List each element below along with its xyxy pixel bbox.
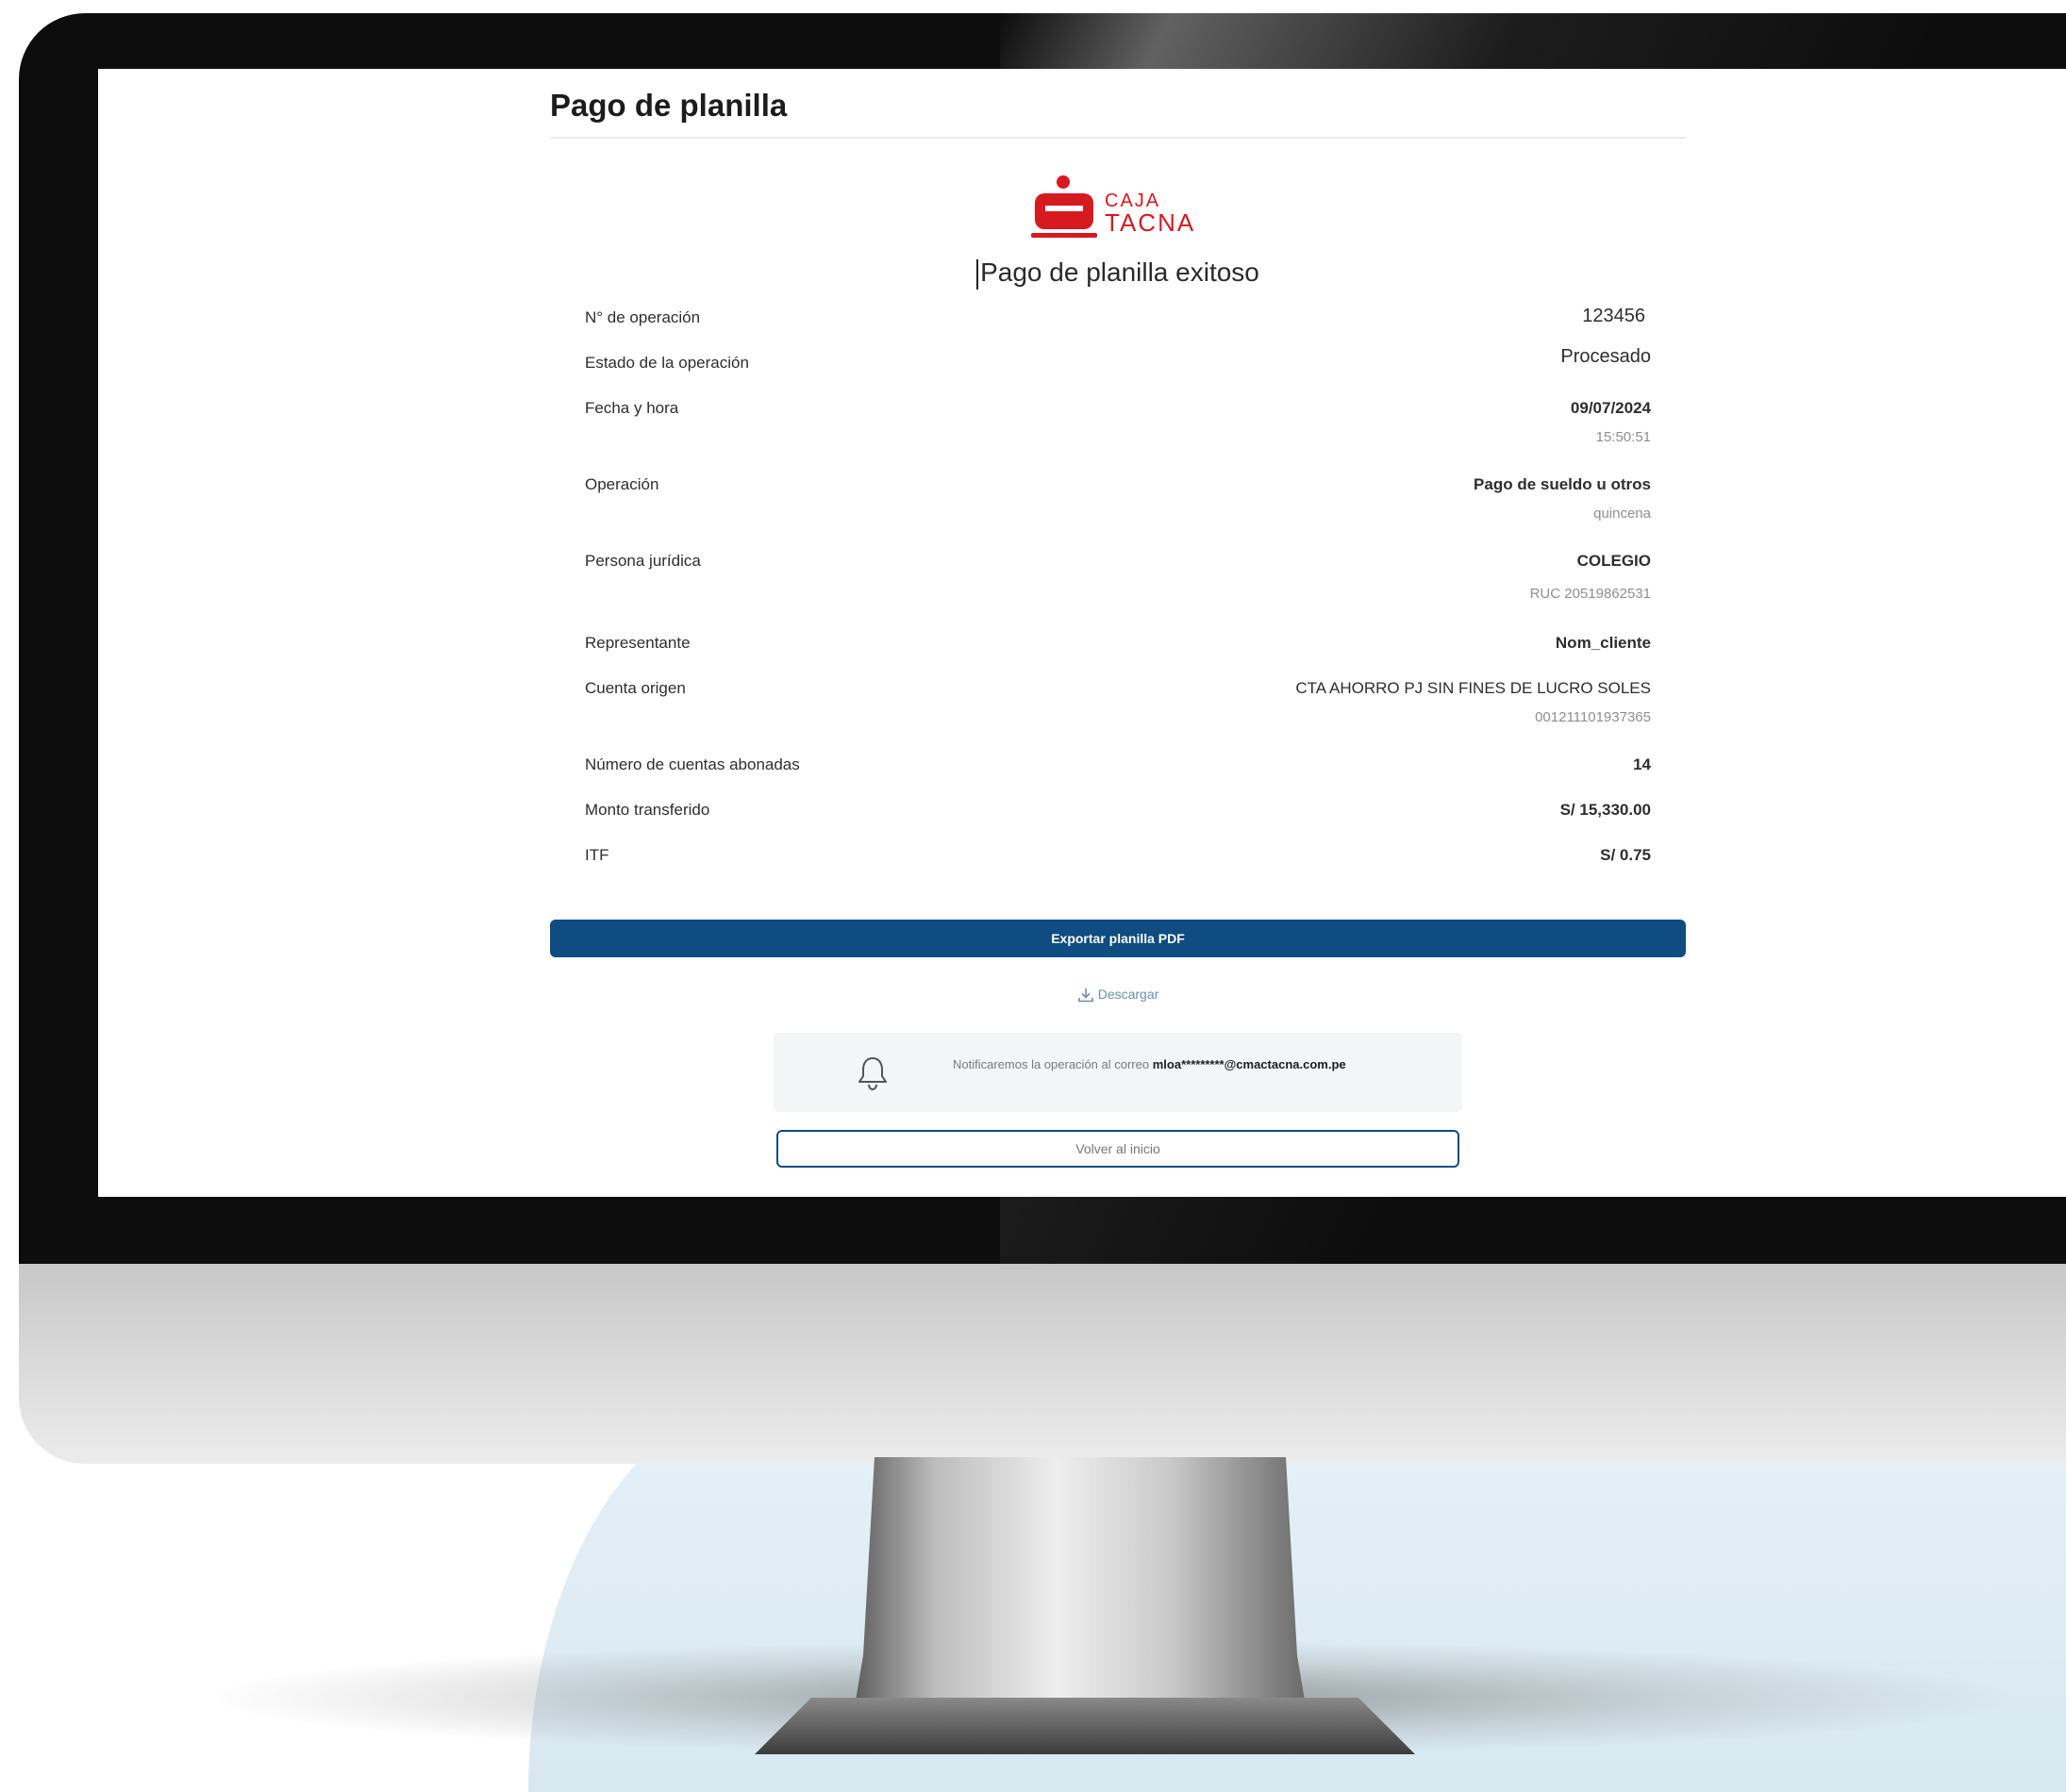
detail-value: 123456 (1582, 306, 1645, 326)
text-caret (976, 258, 979, 290)
detail-label: Operación (585, 475, 659, 493)
monitor-stand (854, 1457, 1307, 1712)
detail-label: Monto transferido (585, 801, 710, 819)
logo-text-tacna: TACNA (1105, 208, 1195, 237)
detail-value: Nom_cliente (1555, 634, 1651, 652)
detail-subvalue: 001211101937365 (1535, 709, 1651, 725)
back-home-button[interactable]: Volver al inicio (776, 1130, 1459, 1168)
success-title: Pago de planilla exitoso (550, 257, 1686, 290)
notification-text: Notificaremos la operación al correo mlo… (953, 1057, 1346, 1071)
detail-label: Estado de la operación (585, 354, 749, 372)
detail-value: CTA AHORRO PJ SIN FINES DE LUCRO SOLES (1295, 679, 1651, 697)
caja-tacna-logo: CAJA TACNA (1031, 175, 1195, 238)
bell-icon (858, 1057, 887, 1091)
detail-value: S/ 0.75 (1600, 846, 1651, 864)
notification-message: Notificaremos la operación al correo (953, 1057, 1150, 1071)
monitor-screen: Pago de planilla CAJA TACNA Pago de plan… (98, 69, 2066, 1197)
detail-value: S/ 15,330.00 (1559, 801, 1651, 819)
detail-label: N° de operación (585, 308, 701, 326)
detail-label: Representante (585, 634, 691, 652)
detail-subvalue: RUC 20519862531 (1529, 586, 1651, 602)
detail-subvalue: quincena (1593, 506, 1651, 522)
notification-panel: Notificaremos la operación al correo mlo… (774, 1033, 1462, 1112)
detail-value: COLEGIO (1576, 552, 1651, 570)
title-divider (550, 137, 1686, 139)
success-title-text: Pago de planilla exitoso (980, 257, 1259, 287)
detail-value: Pago de sueldo u otros (1474, 475, 1651, 493)
download-icon (1077, 988, 1093, 1003)
page-title: Pago de planilla (550, 88, 788, 123)
detail-label: Fecha y hora (585, 399, 679, 417)
monitor-stand-base (755, 1698, 1415, 1754)
detail-subvalue: 15:50:51 (1595, 429, 1651, 445)
detail-label: Número de cuentas abonadas (585, 755, 800, 773)
export-pdf-button[interactable]: Exportar planilla PDF (550, 920, 1686, 957)
detail-value: 09/07/2024 (1570, 399, 1651, 417)
monitor-chin (19, 1264, 2066, 1464)
download-label: Descargar (1097, 987, 1159, 1002)
notification-email: mloa*********@cmactacna.com.pe (1152, 1057, 1346, 1071)
detail-label: Cuenta origen (585, 679, 686, 697)
detail-value: 14 (1633, 755, 1651, 773)
detail-value: Procesado (1560, 346, 1651, 367)
detail-label: ITF (585, 846, 609, 864)
download-link[interactable]: Descargar (550, 987, 1686, 1004)
detail-label: Persona jurídica (585, 552, 701, 570)
